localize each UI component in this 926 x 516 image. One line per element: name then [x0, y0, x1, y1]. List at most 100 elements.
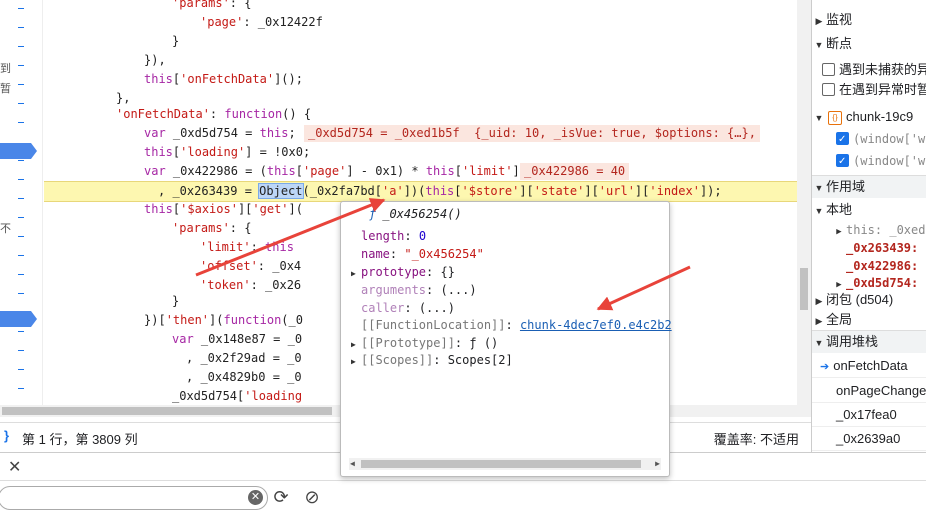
- code-token: }),: [144, 53, 166, 67]
- code-token: [: [295, 164, 303, 178]
- code-text: var _0x148e87 = _0: [172, 330, 302, 349]
- code-text: this['loading'] = !0x0;: [144, 143, 310, 162]
- breakpoints-section[interactable]: ▼ 断点: [812, 33, 926, 55]
- breakpoint-marker[interactable]: [0, 311, 37, 327]
- inline-value-badge: _0xd5d754 = _0xed1b5f {_uid: 10, _isVue:…: [304, 125, 760, 142]
- checkbox[interactable]: [822, 63, 835, 77]
- gutter-marker: [18, 46, 24, 47]
- breakpoint-entry[interactable]: (window['w: [812, 128, 926, 151]
- global-scope[interactable]: ▶ 全局: [812, 309, 926, 331]
- code-text: 'params': {: [172, 0, 251, 13]
- code-token: : {: [229, 0, 252, 10]
- code-token: _0xd5d754[: [172, 389, 245, 403]
- code-token: ][: [634, 184, 650, 198]
- call-stack-frame[interactable]: _0x2639a0: [812, 428, 926, 451]
- code-token: 'loading': [180, 145, 246, 159]
- gutter-marker: [18, 217, 24, 218]
- property-row[interactable]: [[FunctionLocation]]: chunk-4dec7ef0.e4c…: [351, 316, 672, 334]
- pretty-print-icon[interactable]: }: [4, 428, 9, 443]
- call-stack-section[interactable]: ▼ 调用堆栈: [812, 330, 926, 353]
- block-icon[interactable]: ⊘: [301, 486, 323, 508]
- code-token: this: [425, 164, 455, 178]
- property-row[interactable]: name: "_0x456254": [351, 245, 484, 263]
- property-row[interactable]: ▶ prototype: {}: [351, 263, 455, 281]
- closure-scope[interactable]: ▶ 闭包 (d504): [812, 289, 926, 311]
- checkbox[interactable]: [836, 129, 849, 151]
- call-stack-frame[interactable]: onPageChange: [812, 380, 926, 403]
- code-token: 'params': [172, 221, 230, 235]
- code-token: })[: [144, 313, 166, 327]
- property-row[interactable]: arguments: (...): [351, 281, 477, 299]
- code-text: _0xd5d754['loading: [172, 387, 302, 405]
- scope-section[interactable]: ▼ 作用域: [812, 175, 926, 198]
- selected-token[interactable]: Object: [258, 183, 304, 199]
- code-line[interactable]: this['loading'] = !0x0;: [44, 143, 797, 162]
- scroll-left-icon[interactable]: ◀: [350, 458, 355, 470]
- code-text: 'page': _0x12422f: [200, 13, 323, 32]
- editor-vertical-scrollbar[interactable]: [797, 0, 811, 417]
- code-text: }: [172, 292, 179, 311]
- code-token: () {: [282, 107, 312, 121]
- code-token: _0xd5d754 =: [165, 126, 260, 140]
- console-filter-input[interactable]: ✕: [0, 486, 268, 510]
- divider: [0, 480, 926, 481]
- checkbox[interactable]: [822, 83, 835, 97]
- scrollbar-thumb[interactable]: [800, 268, 808, 310]
- code-line[interactable]: 'onFetchData': function() {: [44, 105, 797, 124]
- property-value: (...): [418, 301, 455, 315]
- popover-scrollbar[interactable]: ◀ ▶: [349, 458, 661, 470]
- pause-uncaught-option[interactable]: 遇到未捕获的异常时暂停: [812, 59, 926, 81]
- property-row[interactable]: caller: (...): [351, 299, 455, 317]
- code-token: : _0x4: [257, 259, 302, 273]
- separator: :: [389, 247, 405, 261]
- scrollbar-thumb[interactable]: [361, 460, 641, 468]
- scrollbar-thumb[interactable]: [2, 407, 332, 415]
- code-line[interactable]: this['onFetchData']();: [44, 70, 797, 89]
- code-token: (_0x2fa7bd[: [302, 184, 382, 198]
- function-location-link[interactable]: chunk-4dec7ef0.e4c2b2: [520, 318, 672, 332]
- code-line[interactable]: var _0x422986 = (this['page'] - 0x1) * t…: [44, 162, 797, 181]
- code-line[interactable]: 'page': _0x12422f: [44, 13, 797, 32]
- code-token: ][: [584, 184, 599, 198]
- code-token: 'loading: [244, 389, 303, 403]
- code-token: 'onFetchData': [180, 72, 275, 86]
- code-token: this: [144, 202, 173, 216]
- refresh-icon[interactable]: ⟳: [270, 486, 292, 508]
- code-line[interactable]: var _0xd5d754 = this; _0xd5d754 = _0xed1b…: [44, 124, 797, 143]
- code-token: 'get': [252, 202, 289, 216]
- pause-caught-option[interactable]: 在遇到异常时暂停: [812, 79, 926, 101]
- call-stack-frame[interactable]: ➔ onFetchData: [812, 355, 926, 378]
- local-scope[interactable]: ▼ 本地: [812, 199, 926, 221]
- code-token: _0x422986 = (: [165, 164, 267, 178]
- gutter-marker: [18, 65, 24, 66]
- property-value: "_0x456254": [404, 247, 484, 261]
- property-row[interactable]: length: 0: [351, 227, 426, 245]
- clear-input-icon[interactable]: ✕: [248, 490, 263, 505]
- property-row[interactable]: ▶ [[Scopes]]: Scopes[2]: [351, 351, 513, 369]
- code-line[interactable]: }: [44, 32, 797, 51]
- checkbox[interactable]: [836, 151, 849, 173]
- line-gutter[interactable]: 到 暂 不: [0, 0, 43, 405]
- breakpoint-file[interactable]: ▼{} chunk-19c9: [812, 106, 926, 128]
- close-drawer-icon[interactable]: ✕: [8, 457, 21, 477]
- scroll-right-icon[interactable]: ▶: [655, 458, 660, 470]
- property-value: {}: [440, 265, 455, 279]
- current-execution-line[interactable]: , _0x263439 = Object(_0x2fa7bd['a'])(thi…: [44, 181, 797, 202]
- property-row[interactable]: ▶ [[Prototype]]: ƒ (): [351, 334, 498, 352]
- object-preview-popover[interactable]: ƒ _0x456254() ◀ ▶ length: 0 name: "_0x4562…: [340, 201, 672, 477]
- separator: :: [404, 229, 419, 243]
- code-token: , _0x263439 =: [158, 184, 260, 198]
- breakpoint-marker[interactable]: [0, 143, 37, 159]
- code-line[interactable]: 'params': {: [44, 0, 797, 13]
- separator: :: [426, 265, 441, 279]
- code-line[interactable]: }),: [44, 51, 797, 70]
- watch-section[interactable]: ▶ 监视: [812, 9, 926, 31]
- call-stack-frame[interactable]: _0x17fea0: [812, 404, 926, 427]
- code-token: ][: [519, 184, 534, 198]
- code-text: 'limit': this: [200, 238, 294, 257]
- gutter-marker: [18, 160, 24, 161]
- breakpoint-entry[interactable]: (window['w: [812, 150, 926, 173]
- expand-icon: ▶: [815, 16, 823, 26]
- gutter-marker: [18, 350, 24, 351]
- expand-icon[interactable]: ▶: [351, 353, 361, 371]
